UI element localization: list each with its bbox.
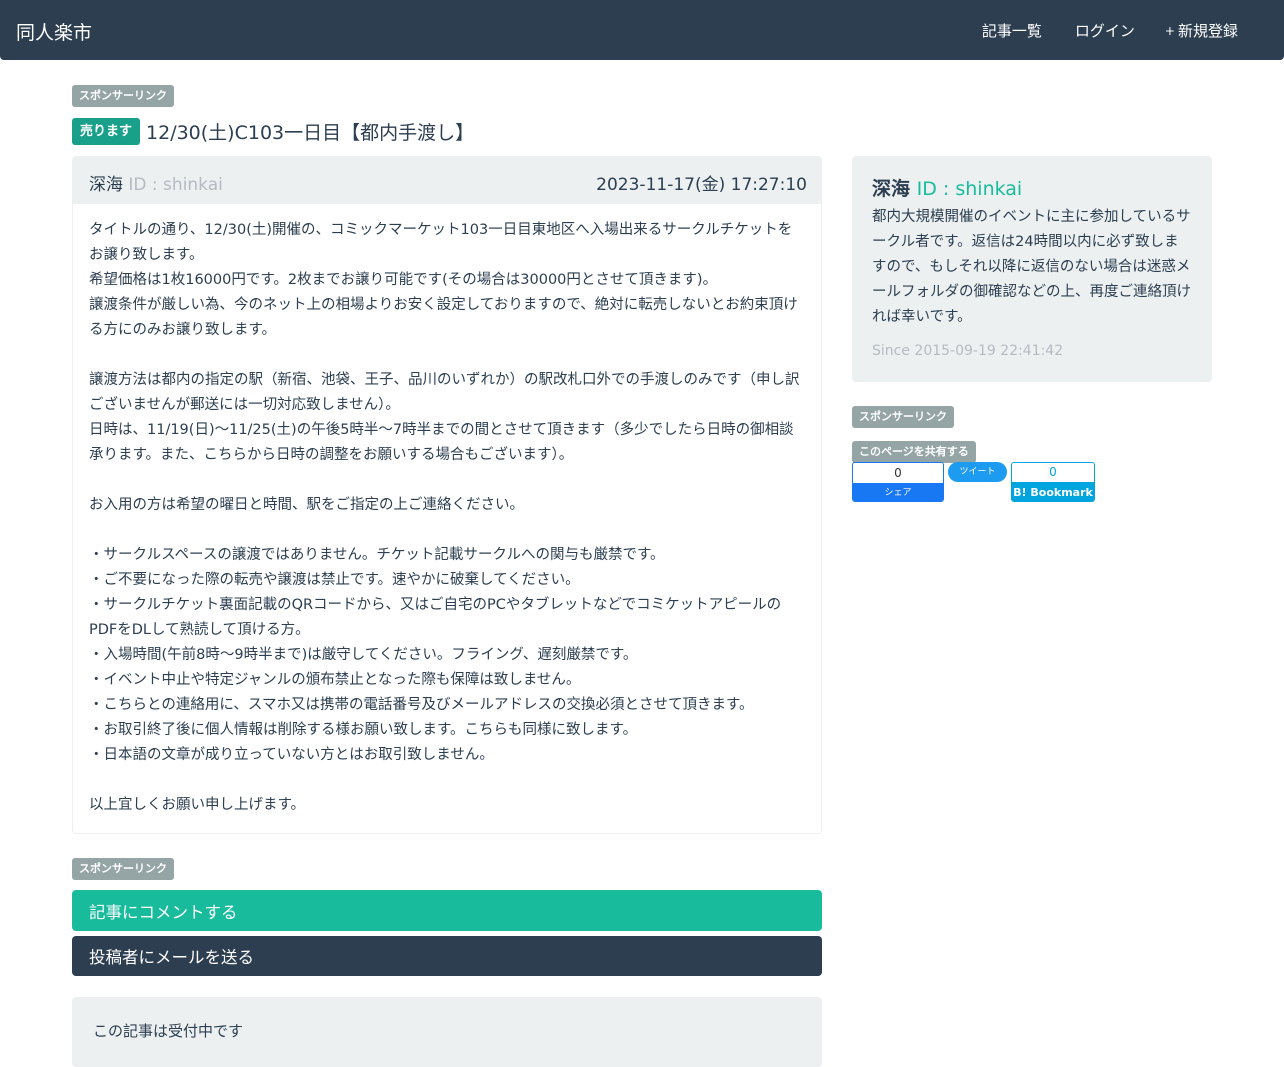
navbar: 同人楽市 記事一覧 ログイン + 新規登録 xyxy=(0,0,1284,60)
nav-article-list-label: 記事一覧 xyxy=(981,22,1042,40)
profile-name[interactable]: 深海 ID : shinkai xyxy=(872,174,1192,201)
post-date-text: 2023-11-17(金) 17:27:10 xyxy=(596,175,807,195)
post-date: 2023-11-17(金) 17:27:10 xyxy=(596,170,807,195)
post-panel: 深海 ID : shinkai 2023-11-17(金) 17:27:10 タ… xyxy=(72,156,822,834)
post-body: タイトルの通り、12/30(土)開催の、コミックマーケット103一日目東地区へ入… xyxy=(73,204,821,818)
status-text: この記事は受付中です xyxy=(93,1022,244,1040)
profile-bio: 都内大規模開催のイベントに主に参加しているサークル者です。返信は24時間以内に必… xyxy=(872,209,1191,325)
profile-since: Since 2015-09-19 22:41:42 xyxy=(872,343,1192,359)
profile-name-text: 深海 xyxy=(872,178,911,200)
hatena-bookmark-button[interactable]: 0 B! Bookmark xyxy=(1011,462,1095,502)
brand-logo[interactable]: 同人楽市 xyxy=(16,18,92,45)
nav-article-list-link[interactable]: 記事一覧 xyxy=(979,20,1042,41)
post-author-name: 深海 xyxy=(89,175,123,195)
sponsor-label-side: スポンサーリンク xyxy=(852,406,954,428)
sponsor-label-top: スポンサーリンク xyxy=(72,85,174,107)
post-title: 12/30(土)C103一日目【都内手渡し】 xyxy=(146,122,475,144)
facebook-share-button[interactable]: 0 シェア xyxy=(852,462,944,502)
nav-register-link[interactable]: + 新規登録 xyxy=(1165,20,1238,41)
status-well: この記事は受付中です xyxy=(72,997,822,1067)
post-title-row: 売ります 12/30(土)C103一日目【都内手渡し】 xyxy=(72,118,474,145)
facebook-share-label: シェア xyxy=(853,483,943,501)
hatena-bookmark-label: B! Bookmark xyxy=(1012,482,1094,501)
post-panel-header: 深海 ID : shinkai 2023-11-17(金) 17:27:10 xyxy=(73,157,821,204)
author-profile-card: 深海 ID : shinkai 都内大規模開催のイベントに主に参加しているサーク… xyxy=(852,156,1212,382)
nav-login-label: ログイン xyxy=(1074,22,1135,40)
plus-icon: + xyxy=(1164,23,1175,38)
share-label: このページを共有する xyxy=(852,441,976,463)
profile-since-text: Since 2015-09-19 22:41:42 xyxy=(872,343,1064,359)
post-author-id: ID : shinkai xyxy=(128,175,223,195)
comment-button[interactable]: 記事にコメントする xyxy=(72,890,822,931)
nav-register-label: 新規登録 xyxy=(1177,22,1238,40)
nav-links: 記事一覧 ログイン + 新規登録 xyxy=(949,20,1238,41)
sell-badge: 売ります xyxy=(72,118,141,145)
profile-id: ID : shinkai xyxy=(916,178,1023,200)
post-body-text: タイトルの通り、12/30(土)開催の、コミックマーケット103一日目東地区へ入… xyxy=(89,222,800,813)
twitter-share-button[interactable]: ツイート xyxy=(948,462,1007,482)
hatena-bookmark-count: 0 xyxy=(1012,463,1094,482)
sponsor-label-bottom: スポンサーリンク xyxy=(72,858,174,880)
facebook-share-count: 0 xyxy=(853,463,943,483)
post-author[interactable]: 深海 ID : shinkai xyxy=(89,170,223,195)
mail-button[interactable]: 投稿者にメールを送る xyxy=(72,936,822,976)
nav-login-link[interactable]: ログイン xyxy=(1072,20,1135,41)
share-buttons: 0 シェア ツイート 0 B! Bookmark xyxy=(852,462,1095,502)
